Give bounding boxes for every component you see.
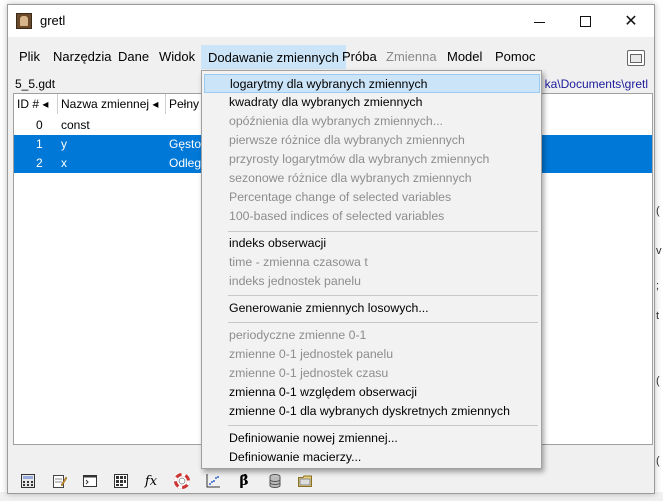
session-icon[interactable]	[111, 472, 131, 490]
menu-bar: Plik Narzędzia Dane Widok Dodawanie zmie…	[8, 42, 654, 70]
menu-narzedzia[interactable]: Narzędzia	[47, 45, 118, 69]
menu-zmienna[interactable]: Zmienna	[380, 45, 443, 69]
database-icon[interactable]	[265, 472, 285, 490]
menu-item-sezonowe-roznice[interactable]: sezonowe różnice dla wybranych zmiennych	[204, 169, 540, 188]
menu-dane[interactable]: Dane	[112, 45, 155, 69]
row-name: y	[61, 137, 67, 151]
menu-item-pierwsze-roznice[interactable]: pierwsze różnice dla wybranych zmiennych	[204, 131, 540, 150]
menu-item-jednostek-czasu[interactable]: zmienne 0-1 jednostek czasu	[204, 364, 540, 383]
menu-item-periodyczne[interactable]: periodyczne zmienne 0-1	[204, 326, 540, 345]
close-icon: ✕	[624, 13, 638, 30]
header-variable-name[interactable]: Nazwa zmiennej ◂	[58, 94, 166, 114]
header-id[interactable]: ID # ◂	[14, 94, 58, 114]
menu-item-logarytmy[interactable]: logarytmy dla wybranych zmiennych	[204, 74, 540, 93]
menu-separator	[228, 295, 538, 296]
menu-item-macierzy[interactable]: Definiowanie macierzy...	[204, 448, 540, 467]
row-id: 0	[36, 118, 43, 132]
menu-model[interactable]: Model	[441, 45, 488, 69]
maximize-icon	[579, 15, 591, 27]
menu-item-time-zmienna[interactable]: time - zmienna czasowa t	[204, 253, 540, 272]
menu-item-kwadraty[interactable]: kwadraty dla wybranych zmiennych	[204, 93, 540, 112]
menu-separator	[228, 425, 538, 426]
dataset-path: ka\Documents\gretl	[544, 77, 648, 91]
menu-pomoc[interactable]: Pomoc	[489, 45, 541, 69]
dataset-filename: 5_5.gdt	[15, 77, 56, 91]
bottom-toolbar: fx β̂	[13, 469, 653, 493]
menu-item-indeks-panelu[interactable]: indeks jednostek panelu	[204, 272, 540, 291]
function-icon[interactable]: fx	[141, 472, 161, 490]
maximize-button[interactable]	[562, 5, 608, 37]
menu-item-jednostek-panelu[interactable]: zmienne 0-1 jednostek panelu	[204, 345, 540, 364]
menu-item-indeks-obserwacji[interactable]: indeks obserwacji	[204, 234, 540, 253]
beta-icon[interactable]: β̂	[234, 472, 254, 490]
folder-icon[interactable]	[295, 472, 315, 490]
menu-plik[interactable]: Plik	[13, 45, 46, 69]
row-name: const	[61, 118, 90, 132]
menu-item-opoznienia[interactable]: opóźnienia dla wybranych zmiennych...	[204, 112, 540, 131]
menu-dodawanie-zmiennych[interactable]: Dodawanie zmiennych	[201, 45, 346, 69]
minimize-button[interactable]	[516, 5, 562, 37]
gretl-app-icon	[16, 13, 32, 29]
help-icon[interactable]	[172, 472, 192, 490]
row-id: 2	[36, 156, 43, 170]
menu-item-przyrosty-logarytmow[interactable]: przyrosty logarytmów dla wybranych zmien…	[204, 150, 540, 169]
scatter-plot-icon[interactable]	[203, 472, 223, 490]
menu-separator	[228, 322, 538, 323]
title-bar: gretl ✕	[8, 5, 654, 37]
menu-separator	[228, 231, 538, 232]
window-title: gretl	[40, 13, 66, 28]
minimize-icon	[533, 21, 545, 23]
terminal-icon[interactable]	[80, 472, 100, 490]
row-id: 1	[36, 137, 43, 151]
close-button[interactable]: ✕	[608, 5, 654, 37]
notepad-icon[interactable]	[49, 472, 69, 490]
menu-item-generowanie-losowych[interactable]: Generowanie zmiennych losowych...	[204, 299, 540, 318]
row-description: Odległ	[169, 156, 204, 170]
menu-proba[interactable]: Próba	[336, 45, 383, 69]
menu-item-nowej-zmiennej[interactable]: Definiowanie nowej zmiennej...	[204, 429, 540, 448]
window-list-icon[interactable]	[627, 50, 645, 66]
menu-item-100-based-indices[interactable]: 100-based indices of selected variables	[204, 207, 540, 226]
menu-widok[interactable]: Widok	[153, 45, 201, 69]
dodawanie-zmiennych-dropdown: logarytmy dla wybranych zmiennych kwadra…	[201, 70, 542, 469]
menu-item-dyskretnych-zmiennych[interactable]: zmienne 0-1 dla wybranych dyskretnych zm…	[204, 402, 540, 421]
row-name: x	[61, 156, 67, 170]
menu-item-wzgledem-obserwacji[interactable]: zmienna 0-1 względem obserwacji	[204, 383, 540, 402]
menu-item-percentage-change[interactable]: Percentage change of selected variables	[204, 188, 540, 207]
calculator-icon[interactable]	[18, 472, 38, 490]
